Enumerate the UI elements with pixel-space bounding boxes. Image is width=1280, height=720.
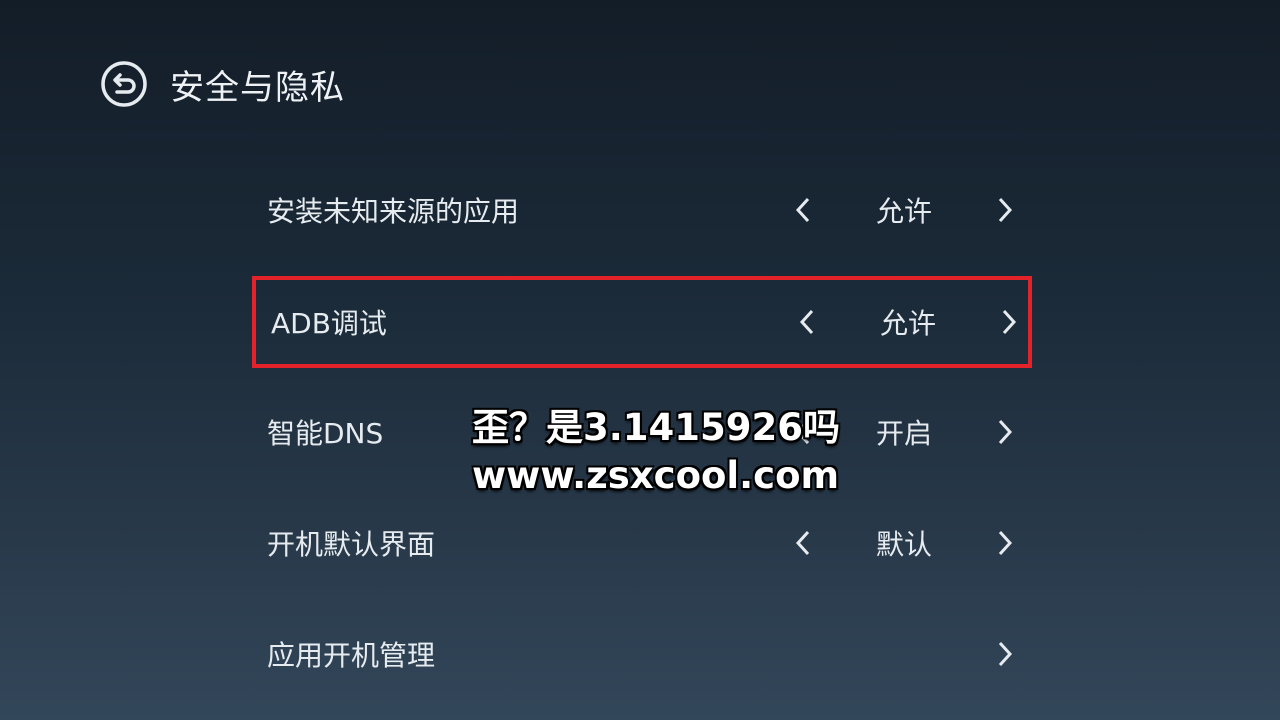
setting-row-install-unknown-sources[interactable]: 安装未知来源的应用 允许 <box>252 164 1032 256</box>
setting-label: 应用开机管理 <box>267 639 436 672</box>
back-arrow-circle-icon <box>101 61 147 107</box>
setting-row-smart-dns[interactable]: 智能DNS 开启 <box>252 386 1032 478</box>
setting-row-boot-default-screen[interactable]: 开机默认界面 默认 <box>252 497 1032 589</box>
chevron-right-icon[interactable] <box>996 305 1022 339</box>
chevron-right-icon[interactable] <box>992 637 1018 671</box>
page-title: 安全与隐私 <box>170 67 345 108</box>
setting-row-adb-debugging[interactable]: ADB调试 允许 <box>252 276 1032 368</box>
setting-label: 开机默认界面 <box>267 528 436 561</box>
setting-label: ADB调试 <box>271 307 387 340</box>
header: 安全与隐私 <box>100 60 345 108</box>
chevron-right-icon[interactable] <box>992 415 1018 449</box>
setting-value: 默认 <box>875 528 932 561</box>
setting-value: 允许 <box>879 307 936 340</box>
chevron-right-icon[interactable] <box>992 526 1018 560</box>
chevron-left-icon[interactable] <box>790 526 816 560</box>
back-button[interactable] <box>100 60 148 108</box>
setting-label: 安装未知来源的应用 <box>267 195 520 228</box>
setting-row-app-boot-management[interactable]: 应用开机管理 <box>252 608 1032 700</box>
chevron-left-icon[interactable] <box>790 193 816 227</box>
setting-value: 开启 <box>875 417 932 450</box>
chevron-right-icon[interactable] <box>992 193 1018 227</box>
chevron-left-icon[interactable] <box>790 415 816 449</box>
setting-label: 智能DNS <box>267 417 384 450</box>
setting-value: 允许 <box>875 195 932 228</box>
chevron-left-icon[interactable] <box>794 305 820 339</box>
